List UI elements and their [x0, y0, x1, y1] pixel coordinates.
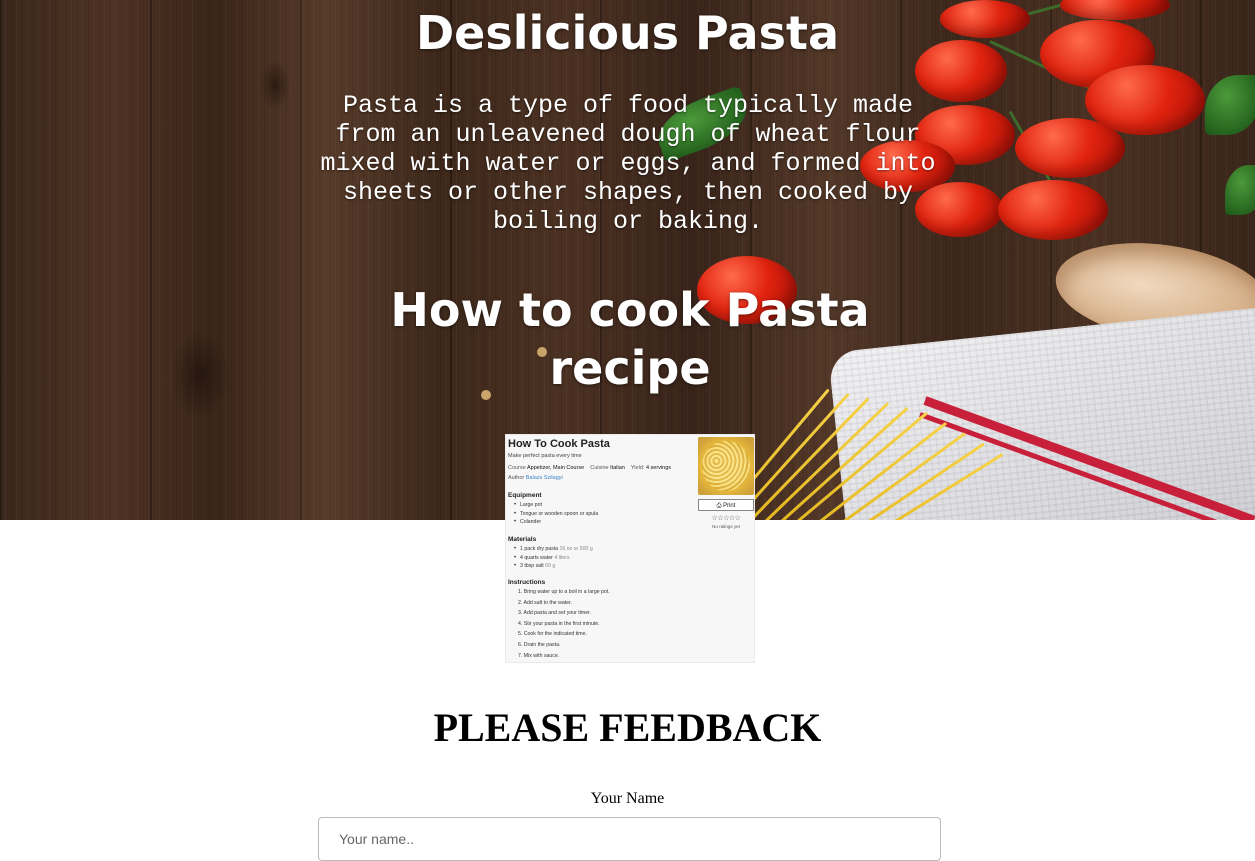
material-item: 1 pack dry pasta 16 oz or 500 g — [508, 545, 593, 554]
material-name: 1 pack dry pasta — [520, 546, 559, 552]
material-item: 3 tbsp salt 60 g — [508, 562, 593, 571]
recipe-heading: How to cook Pasta recipe — [390, 283, 870, 395]
intro-paragraph: Pasta is a type of food typically made f… — [320, 91, 936, 236]
basil-leaf — [1205, 75, 1255, 135]
materials-list: 1 pack dry pasta 16 oz or 500 g 4 quarts… — [508, 545, 593, 571]
materials-heading: Materials — [508, 536, 537, 543]
print-button: ⎙ Print — [698, 499, 754, 511]
rating-stars-icon: ☆☆☆☆☆ — [711, 515, 741, 522]
equipment-heading: Equipment — [508, 492, 542, 499]
equipment-item: Large pot — [508, 501, 598, 510]
material-name: 4 quarts water — [520, 554, 553, 561]
print-label: Print — [723, 503, 736, 509]
feedback-title: PLEASE FEEDBACK — [433, 705, 822, 750]
material-amount: 4 liters — [554, 554, 570, 561]
recipe-card-title: How To Cook Pasta — [508, 438, 610, 450]
instruction-step: 4. Stir your pasta in the first minute. — [518, 620, 600, 627]
instructions-heading: Instructions — [508, 579, 546, 586]
author-link: Balazs Szilagyi — [525, 475, 563, 481]
cuisine-label: Cuisine — [590, 465, 609, 471]
instruction-step: 5. Cook for the indicated time. — [518, 631, 587, 638]
instruction-step: 3. Add pasta and set your timer. — [518, 610, 591, 617]
material-amount: 60 g — [545, 563, 556, 570]
rating-text: No ratings yet — [712, 524, 740, 529]
site-title: Deslicious Pasta — [415, 6, 839, 60]
material-amount: 16 oz or 500 g — [559, 546, 593, 552]
instructions-list: 1. Bring water up to a boil in a large p… — [508, 587, 610, 661]
tomato — [1015, 118, 1125, 178]
tomato — [998, 180, 1108, 240]
yield-value: 4 servings — [645, 465, 672, 471]
instruction-step: 7. Mix with sauce. — [518, 652, 560, 659]
material-item: 4 quarts water 4 liters — [508, 554, 593, 563]
recipe-card-description: Make perfect pasta every time — [508, 453, 582, 459]
cuisine-value: Italian — [610, 465, 625, 471]
name-input[interactable] — [318, 817, 941, 861]
course-label: Course — [508, 465, 526, 471]
equipment-item: Colander — [508, 518, 598, 527]
recipe-card-meta: Course Appetizer, Main Course Cuisine It… — [508, 465, 671, 471]
material-name: 3 tbsp salt — [520, 563, 544, 570]
instruction-step: 6. Drain the pasta. — [518, 641, 561, 648]
course-value: Appetizer, Main Course — [526, 465, 585, 471]
wood-knot — [170, 330, 230, 420]
equipment-list: Large pot Tongue or wooden spoon or spul… — [508, 501, 598, 527]
equipment-item: Tongue or wooden spoon or spula — [508, 510, 598, 519]
basil-leaf — [1225, 165, 1255, 215]
author-label: Author — [508, 475, 525, 481]
name-label: Your Name — [590, 790, 665, 807]
recipe-card-author: Author Balazs Szilagyi — [508, 475, 563, 481]
pasta-photo — [698, 437, 754, 495]
instruction-step: 2. Add salt to the water. — [518, 599, 572, 606]
yield-label: Yield: — [630, 465, 645, 471]
recipe-card-image: How To Cook Pasta Make perfect pasta eve… — [505, 434, 755, 663]
printer-icon: ⎙ — [716, 503, 722, 509]
instruction-step: 1. Bring water up to a boil in a large p… — [518, 589, 610, 595]
wood-knot — [260, 60, 290, 110]
